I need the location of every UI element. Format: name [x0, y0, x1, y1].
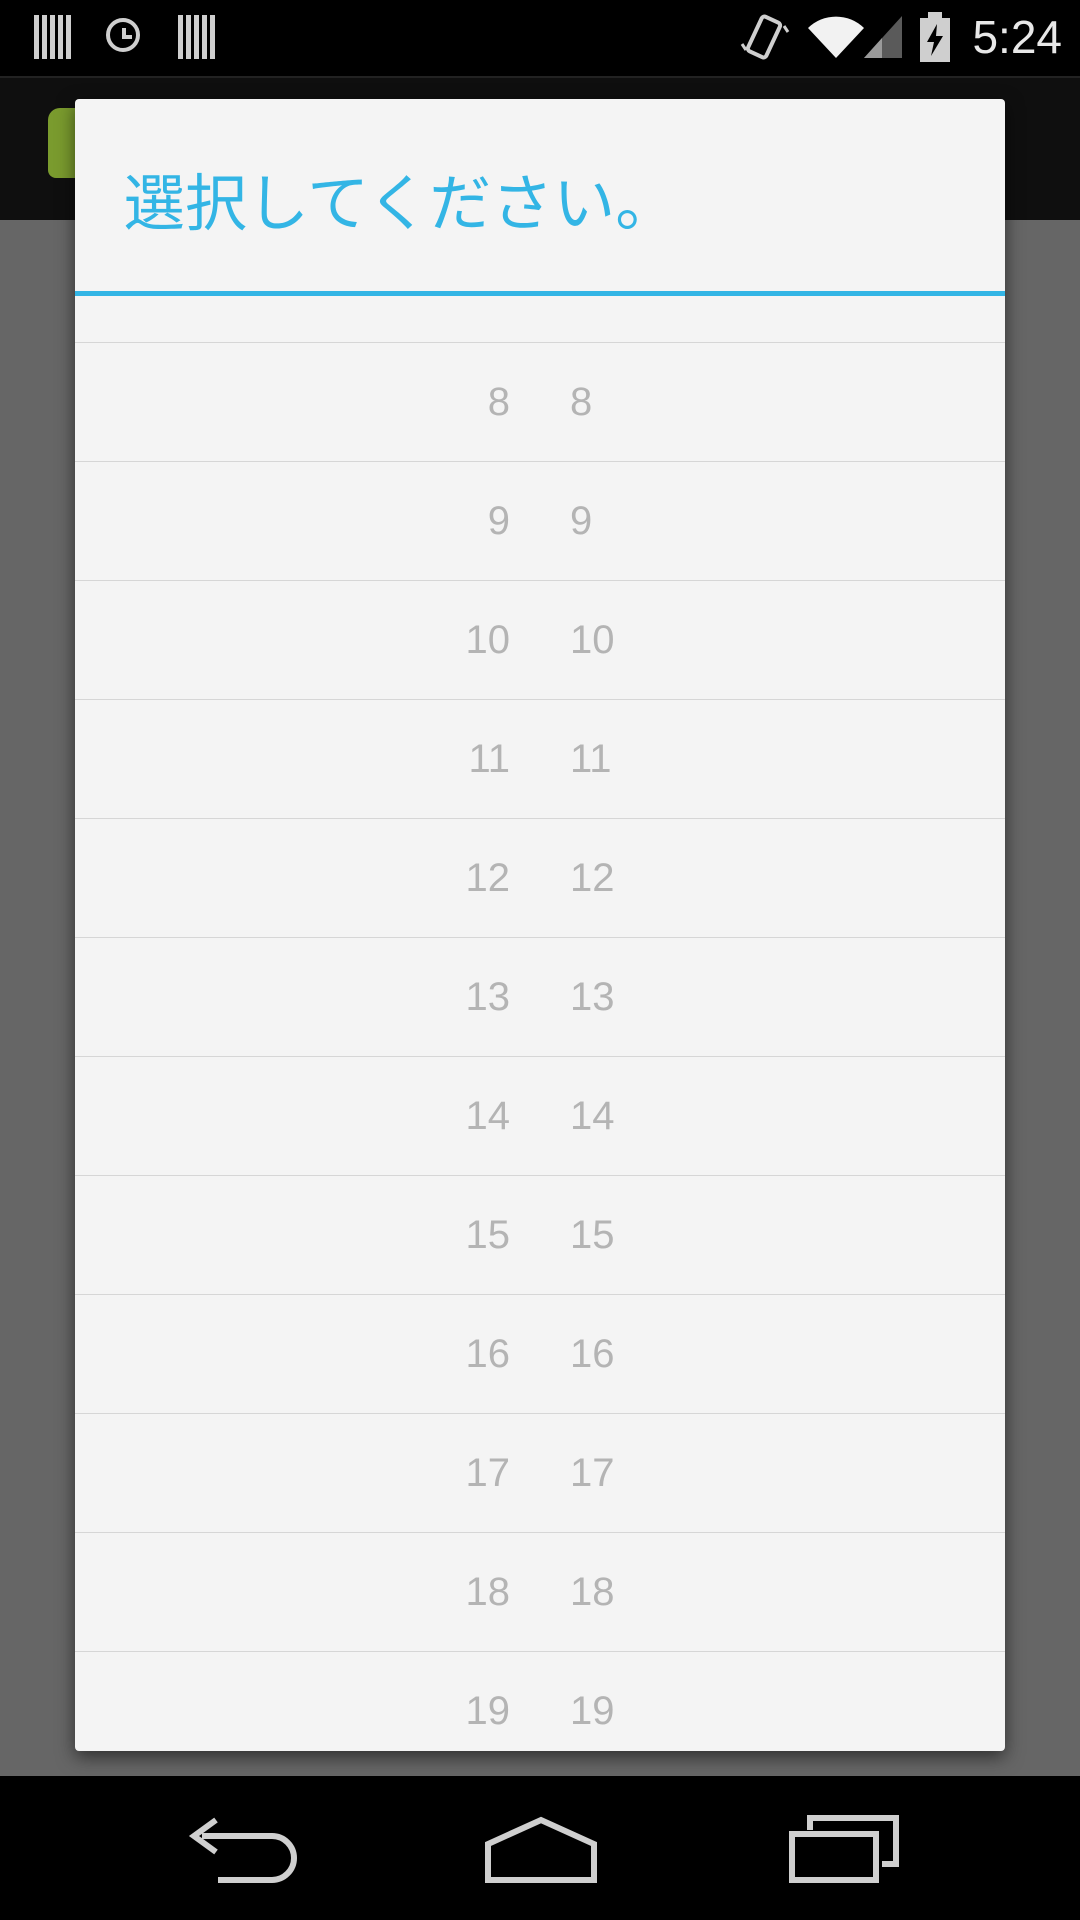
status-time: 5:24	[972, 11, 1062, 63]
list-item-value-b: 10	[570, 618, 615, 662]
alarm-clock-icon	[106, 18, 140, 52]
list-item-value-a: 14	[465, 1094, 511, 1138]
battery-charging-icon	[920, 12, 950, 62]
back-icon[interactable]	[176, 1806, 306, 1890]
signal-icon	[864, 16, 902, 58]
list-item-value-a: 15	[465, 1213, 511, 1257]
navigation-bar	[0, 1776, 1080, 1920]
list-item[interactable]: 11 11	[75, 700, 1005, 819]
list-item-value-b: 18	[570, 1570, 615, 1614]
list-item-value-a: 18	[465, 1570, 511, 1614]
list-item[interactable]: 88	[75, 343, 1005, 462]
list-item-value-a: 12	[465, 856, 511, 900]
list-item-value-a: 11	[468, 737, 510, 781]
list-item[interactable]: 17 17	[75, 1414, 1005, 1533]
list-item-value-a: 10	[465, 618, 511, 662]
list-item[interactable]: 77	[75, 296, 1005, 343]
list-item-value-b: 19	[570, 1689, 615, 1733]
list-item-value-b: 15	[570, 1213, 615, 1257]
option-list-content: 7788991010111112121313141415151616171718…	[75, 296, 1005, 1751]
list-item[interactable]: 15 15	[75, 1176, 1005, 1295]
list-item-value-a: 7	[488, 296, 510, 342]
list-item-value-b: 17	[570, 1451, 615, 1495]
vibrate-icon	[740, 14, 790, 60]
list-item-value-a: 17	[465, 1451, 511, 1495]
list-item[interactable]: 14 14	[75, 1057, 1005, 1176]
list-item-value-b: 11	[570, 737, 612, 781]
list-item-value-a: 19	[465, 1689, 511, 1733]
status-bar: 5:24	[0, 0, 1080, 76]
barcode-icon	[34, 15, 72, 59]
list-item-value-b: 7	[570, 296, 592, 342]
list-item[interactable]: 16 16	[75, 1295, 1005, 1414]
list-item[interactable]: 13 13	[75, 938, 1005, 1057]
list-item-value-b: 9	[570, 499, 593, 543]
wifi-icon	[808, 16, 864, 59]
list-item[interactable]: 10 10	[75, 581, 1005, 700]
list-item-value-a: 8	[487, 380, 510, 424]
list-item[interactable]: 18 18	[75, 1533, 1005, 1652]
selection-dialog: 選択してください。 778899101011111212131314141515…	[75, 99, 1005, 1751]
list-item-value-b: 16	[570, 1332, 615, 1376]
list-item-value-a: 9	[487, 499, 510, 543]
home-icon[interactable]	[476, 1806, 606, 1890]
list-item[interactable]: 99	[75, 462, 1005, 581]
recent-apps-icon[interactable]	[784, 1806, 914, 1890]
list-item-value-a: 13	[465, 975, 511, 1019]
list-item-value-b: 8	[570, 380, 593, 424]
list-item-value-b: 14	[570, 1094, 615, 1138]
list-item[interactable]: 12 12	[75, 819, 1005, 938]
screen: 5:24 選択してください。 7788991010111112121313141…	[0, 0, 1080, 1920]
option-list[interactable]: 7788991010111112121313141415151616171718…	[75, 296, 1005, 1751]
list-item-value-b: 13	[570, 975, 615, 1019]
list-item-value-b: 12	[570, 856, 615, 900]
list-item[interactable]: 19 19	[75, 1652, 1005, 1751]
barcode-icon	[178, 15, 216, 59]
list-item-value-a: 16	[465, 1332, 511, 1376]
dialog-title: 選択してください。	[123, 167, 678, 240]
